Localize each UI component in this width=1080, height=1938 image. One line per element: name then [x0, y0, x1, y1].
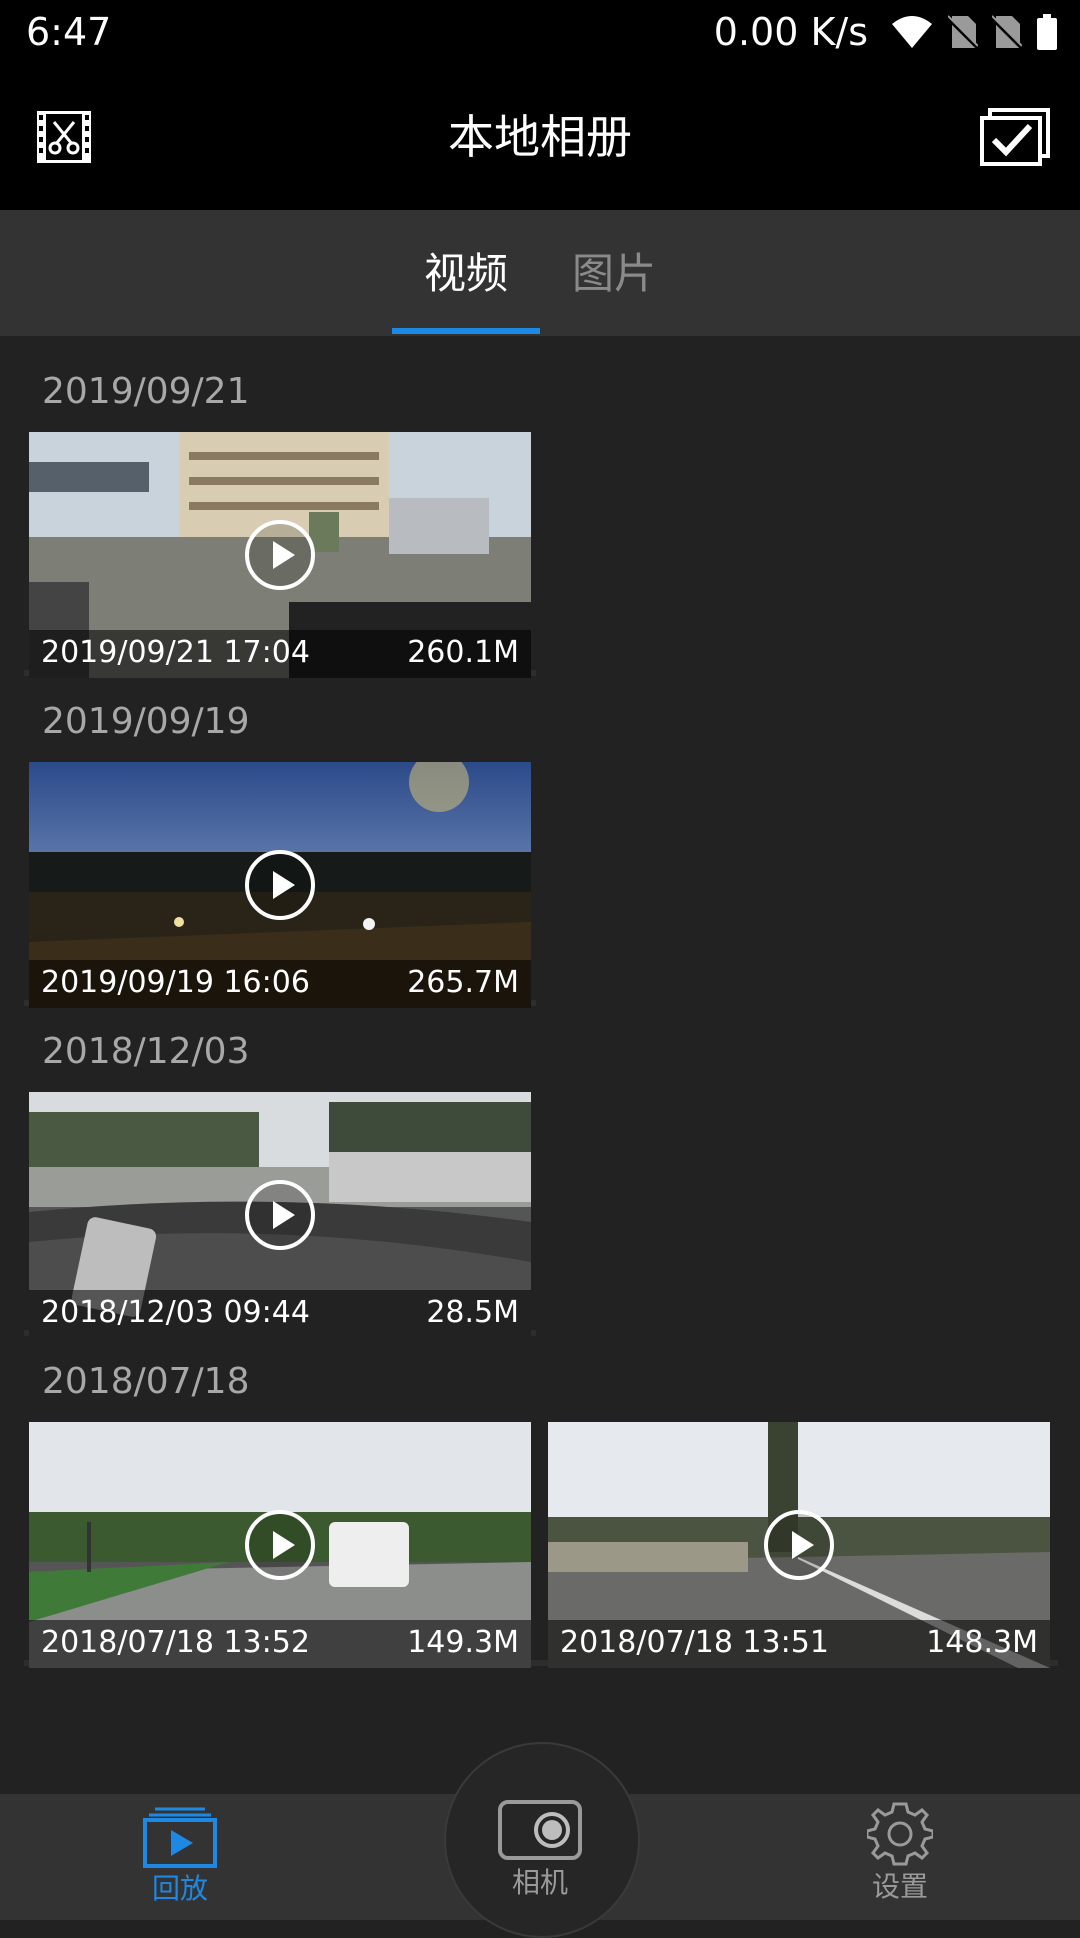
select-check-icon [980, 108, 1050, 166]
date-header: 2019/09/19 [42, 701, 250, 742]
video-timestamp: 2018/12/03 09:44 [41, 1295, 310, 1330]
video-thumbnail[interactable]: 2019/09/19 16:06 265.7M [29, 762, 531, 1008]
thumbnail-info-bar: 2018/12/03 09:44 28.5M [29, 1290, 531, 1338]
play-icon[interactable] [244, 1509, 316, 1581]
date-header: 2018/12/03 [42, 1031, 250, 1072]
date-header: 2018/07/18 [42, 1361, 250, 1402]
nav-playback-label: 回放 [151, 1872, 208, 1905]
playback-icon [143, 1807, 217, 1868]
play-icon[interactable] [244, 849, 316, 921]
status-time: 6:47 [26, 10, 112, 54]
nav-playback[interactable]: 回放 [120, 1806, 240, 1906]
wifi-icon [892, 16, 932, 48]
video-thumbnail[interactable]: 2019/09/21 17:04 260.1M [29, 432, 531, 678]
thumbnail-info-bar: 2018/07/18 13:51 148.3M [548, 1620, 1050, 1668]
date-header: 2019/09/21 [42, 371, 250, 412]
camera-icon [498, 1800, 582, 1860]
video-size: 28.5M [426, 1295, 519, 1330]
video-thumbnail[interactable]: 2018/07/18 13:51 148.3M [548, 1422, 1050, 1668]
tab-indicator [392, 328, 540, 334]
status-bar: 6:47 0.00 K/s [0, 0, 1080, 64]
network-speed: 0.00 K/s [713, 10, 868, 54]
video-size: 260.1M [407, 635, 519, 670]
video-timestamp: 2018/07/18 13:51 [560, 1625, 829, 1660]
video-size: 149.3M [407, 1625, 519, 1660]
play-icon[interactable] [763, 1509, 835, 1581]
no-sim-icon [948, 15, 978, 50]
video-thumbnail[interactable]: 2018/12/03 09:44 28.5M [29, 1092, 531, 1338]
video-timestamp: 2018/07/18 13:52 [41, 1625, 310, 1660]
video-thumbnail[interactable]: 2018/07/18 13:52 149.3M [29, 1422, 531, 1668]
toolbar: 本地相册 [0, 64, 1080, 210]
nav-settings[interactable]: 设置 [840, 1800, 960, 1904]
tab-video[interactable]: 视频 [424, 246, 508, 302]
status-icons: 0.00 K/s [714, 8, 1058, 56]
video-timestamp: 2019/09/21 17:04 [41, 635, 310, 670]
play-icon[interactable] [244, 519, 316, 591]
nav-camera[interactable]: 相机 [480, 1800, 600, 1900]
video-timestamp: 2019/09/19 16:06 [41, 965, 310, 1000]
tab-photo[interactable]: 图片 [572, 246, 656, 302]
battery-icon [1037, 14, 1057, 50]
play-icon[interactable] [244, 1179, 316, 1251]
page-title: 本地相册 [448, 110, 632, 164]
nav-settings-label: 设置 [871, 1870, 928, 1903]
tab-bar: 视频 图片 [0, 210, 1080, 336]
select-button[interactable] [980, 108, 1050, 166]
thumbnail-info-bar: 2019/09/21 17:04 260.1M [29, 630, 531, 678]
thumbnail-info-bar: 2019/09/19 16:06 265.7M [29, 960, 531, 1008]
video-list[interactable]: 2019/09/21 2019/09/21 17:04 260.1M 2019/… [0, 336, 1080, 1794]
settings-icon [865, 1802, 935, 1866]
thumbnail-info-bar: 2018/07/18 13:52 149.3M [29, 1620, 531, 1668]
no-sim-icon [992, 15, 1022, 50]
video-size: 265.7M [407, 965, 519, 1000]
video-size: 148.3M [926, 1625, 1038, 1660]
nav-camera-label: 相机 [511, 1866, 568, 1899]
